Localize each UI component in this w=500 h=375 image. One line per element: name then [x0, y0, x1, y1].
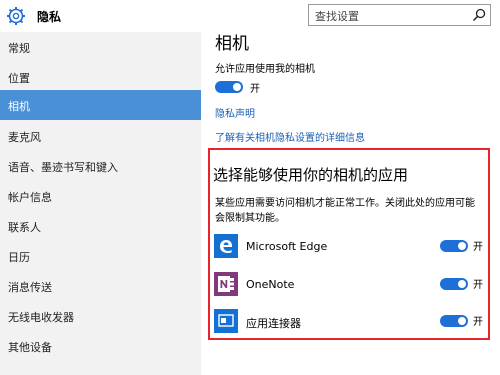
sidebar-item-microphone[interactable]: 麦克风 — [0, 121, 201, 151]
sidebar-item-general[interactable]: 常规 — [0, 32, 201, 62]
sidebar-item-account-info[interactable]: 帐户信息 — [0, 181, 201, 211]
app-name-app-connector: 应用连接器 — [246, 317, 301, 330]
sidebar-item-label: 联系人 — [8, 221, 41, 234]
sidebar-item-camera[interactable]: 相机 — [0, 90, 201, 120]
allow-camera-toggle[interactable] — [215, 81, 243, 93]
app-toggle-state-app-connector: 开 — [473, 317, 483, 328]
app-name-onenote: OneNote — [246, 278, 295, 291]
sidebar-item-label: 语音、墨迹书写和键入 — [8, 161, 118, 174]
app-toggle-edge[interactable] — [440, 240, 468, 252]
app-connector-icon — [214, 309, 238, 333]
app-toggle-state-onenote: 开 — [473, 280, 483, 291]
onenote-icon — [214, 272, 238, 296]
gear-icon[interactable] — [6, 6, 26, 26]
allow-camera-toggle-state: 开 — [250, 84, 260, 95]
sidebar-item-label: 日历 — [8, 251, 30, 264]
apps-section-title: 选择能够使用你的相机的应用 — [213, 166, 409, 184]
app-name-edge: Microsoft Edge — [246, 240, 328, 253]
camera-privacy-details-link[interactable]: 了解有关相机隐私设置的详细信息 — [215, 129, 365, 144]
app-toggle-onenote[interactable] — [440, 278, 468, 290]
section-title: 相机 — [215, 34, 249, 54]
search-icon[interactable] — [472, 8, 486, 22]
search-placeholder: 查找设置 — [315, 10, 359, 23]
sidebar-item-speech-inking-typing[interactable]: 语音、墨迹书写和键入 — [0, 151, 201, 181]
app-row-edge: Microsoft Edge 开 — [214, 234, 490, 262]
sidebar-item-label: 麦克风 — [8, 131, 41, 144]
sidebar-item-messaging[interactable]: 消息传送 — [0, 271, 201, 301]
app-toggle-app-connector[interactable] — [440, 315, 468, 327]
privacy-statement-link[interactable]: 隐私声明 — [215, 105, 255, 120]
page-title: 隐私 — [37, 10, 62, 24]
sidebar: 常规 位置 相机 麦克风 语音、墨迹书写和键入 帐户信息 联系人 日历 消息传送… — [0, 32, 201, 375]
sidebar-item-label: 常规 — [8, 42, 30, 55]
sidebar-item-label: 消息传送 — [8, 281, 52, 294]
sidebar-item-label: 位置 — [8, 72, 30, 85]
sidebar-item-contacts[interactable]: 联系人 — [0, 211, 201, 241]
sidebar-item-location[interactable]: 位置 — [0, 62, 201, 92]
sidebar-item-label: 无线电收发器 — [8, 311, 74, 324]
search-input[interactable]: 查找设置 — [308, 4, 491, 26]
sidebar-item-label: 帐户信息 — [8, 191, 52, 204]
app-toggle-state-edge: 开 — [473, 242, 483, 253]
sidebar-item-calendar[interactable]: 日历 — [0, 241, 201, 271]
sidebar-item-other-devices[interactable]: 其他设备 — [0, 331, 201, 361]
allow-camera-label: 允许应用使用我的相机 — [215, 64, 315, 75]
sidebar-item-label: 其他设备 — [8, 341, 52, 354]
app-row-app-connector: 应用连接器 开 — [214, 309, 490, 337]
window-header: 隐私 查找设置 — [0, 0, 500, 32]
app-row-onenote: OneNote 开 — [214, 272, 490, 300]
edge-icon — [214, 234, 238, 258]
sidebar-item-label: 相机 — [8, 100, 30, 113]
sidebar-item-radios[interactable]: 无线电收发器 — [0, 301, 201, 331]
apps-description: 某些应用需要访问相机才能正常工作。关闭此处的应用可能会限制其功能。 — [215, 198, 475, 224]
